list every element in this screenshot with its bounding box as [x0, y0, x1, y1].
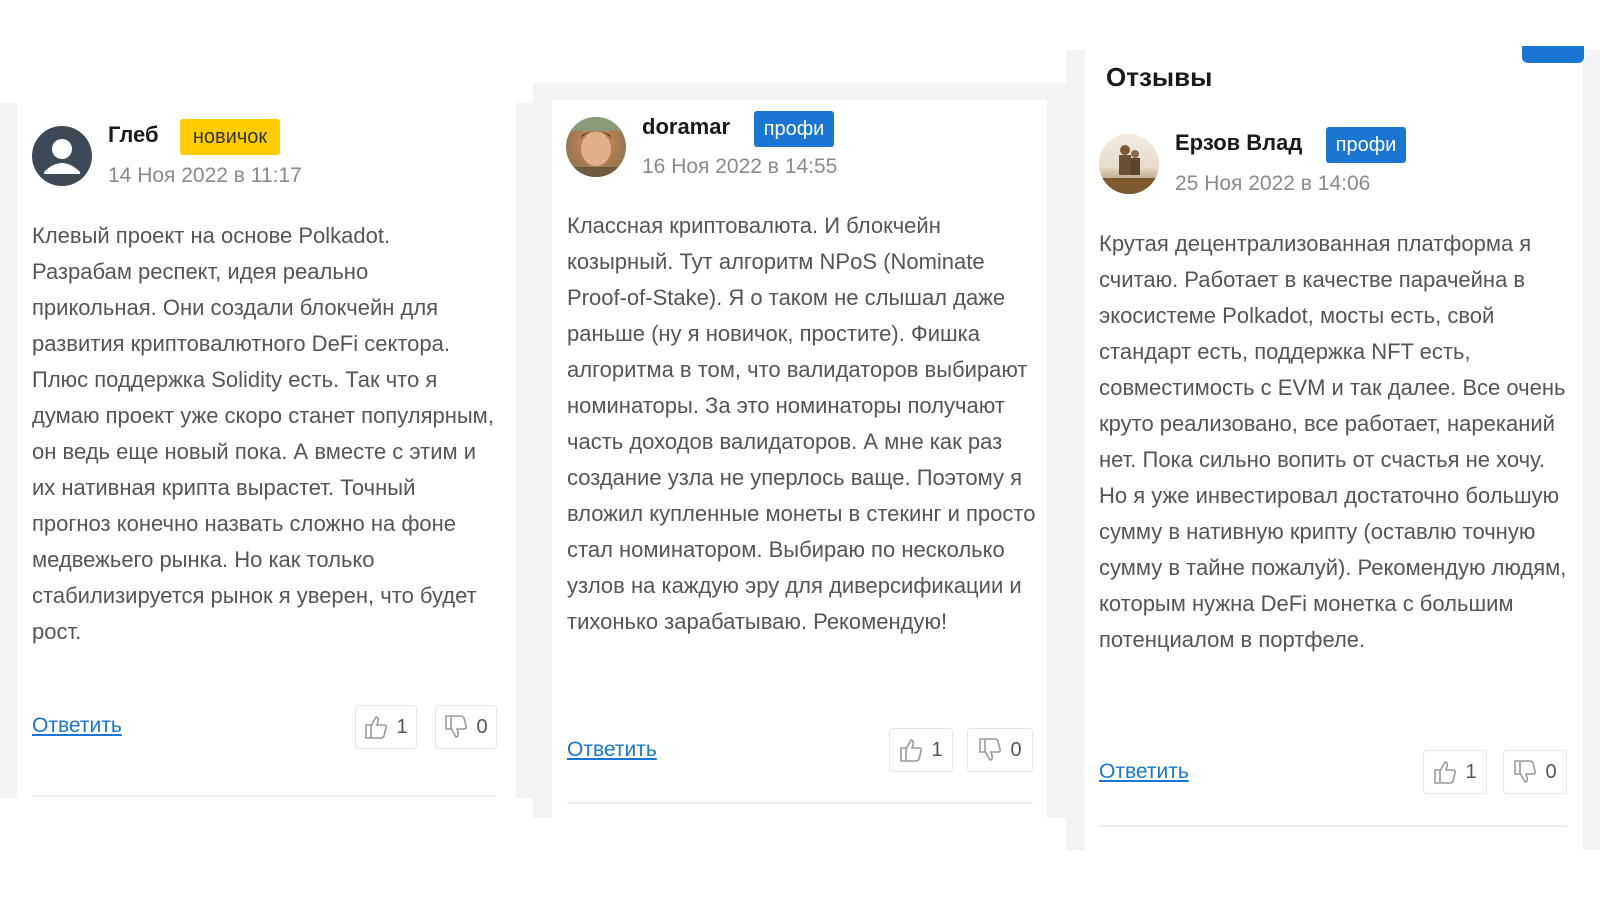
review-text: Крутая децентрализованная платформа я сч…	[1099, 231, 1567, 652]
reply-link[interactable]: Ответить	[1099, 760, 1189, 784]
thumbs-up-icon	[365, 716, 388, 739]
divider	[1099, 825, 1567, 827]
thumbs-down-icon	[445, 715, 468, 738]
reply-link[interactable]: Ответить	[32, 714, 122, 738]
thumbs-up-icon	[1434, 761, 1457, 784]
like-button[interactable]: 1	[1423, 750, 1487, 794]
like-button[interactable]: 1	[889, 728, 953, 772]
review-date: 25 Ноя 2022 в 14:06	[1175, 172, 1371, 195]
corner-tab[interactable]	[1522, 46, 1584, 63]
dislike-count: 0	[1545, 760, 1557, 783]
status-badge: новичок	[180, 119, 280, 155]
avatar	[1099, 134, 1159, 194]
dislike-count: 0	[1010, 738, 1022, 761]
photo-avatar	[566, 117, 626, 177]
like-count: 1	[1465, 760, 1477, 783]
thumbs-down-icon	[1514, 760, 1537, 783]
like-count: 1	[396, 715, 408, 738]
thumbs-up-icon	[900, 739, 923, 762]
thumbs-down-icon	[979, 738, 1002, 761]
section-title: Отзывы	[1106, 62, 1213, 92]
user-silhouette-icon	[44, 139, 80, 174]
status-badge: профи	[754, 111, 834, 147]
avatar	[32, 126, 92, 186]
divider	[32, 795, 496, 797]
avatar	[566, 117, 626, 177]
photo-avatar	[1099, 145, 1159, 194]
author-name[interactable]: Ерзов Влад	[1175, 130, 1302, 156]
dislike-button[interactable]: 0	[1503, 750, 1567, 794]
dislike-button[interactable]: 0	[435, 705, 497, 749]
status-badge: профи	[1326, 127, 1406, 163]
review-text: Клевый проект на основе Polkadot. Разраб…	[32, 223, 494, 644]
dislike-button[interactable]: 0	[967, 728, 1033, 772]
author-name[interactable]: Глеб	[108, 122, 159, 148]
like-count: 1	[931, 738, 943, 761]
dislike-count: 0	[476, 715, 488, 738]
review-date: 16 Ноя 2022 в 14:55	[642, 155, 838, 178]
review-text: Классная криптовалюта. И блокчейн козырн…	[567, 213, 1036, 634]
author-name[interactable]: doramar	[642, 114, 730, 140]
review-date: 14 Ноя 2022 в 11:17	[108, 164, 302, 187]
divider	[567, 802, 1033, 804]
reply-link[interactable]: Ответить	[567, 738, 657, 762]
like-button[interactable]: 1	[355, 705, 417, 749]
